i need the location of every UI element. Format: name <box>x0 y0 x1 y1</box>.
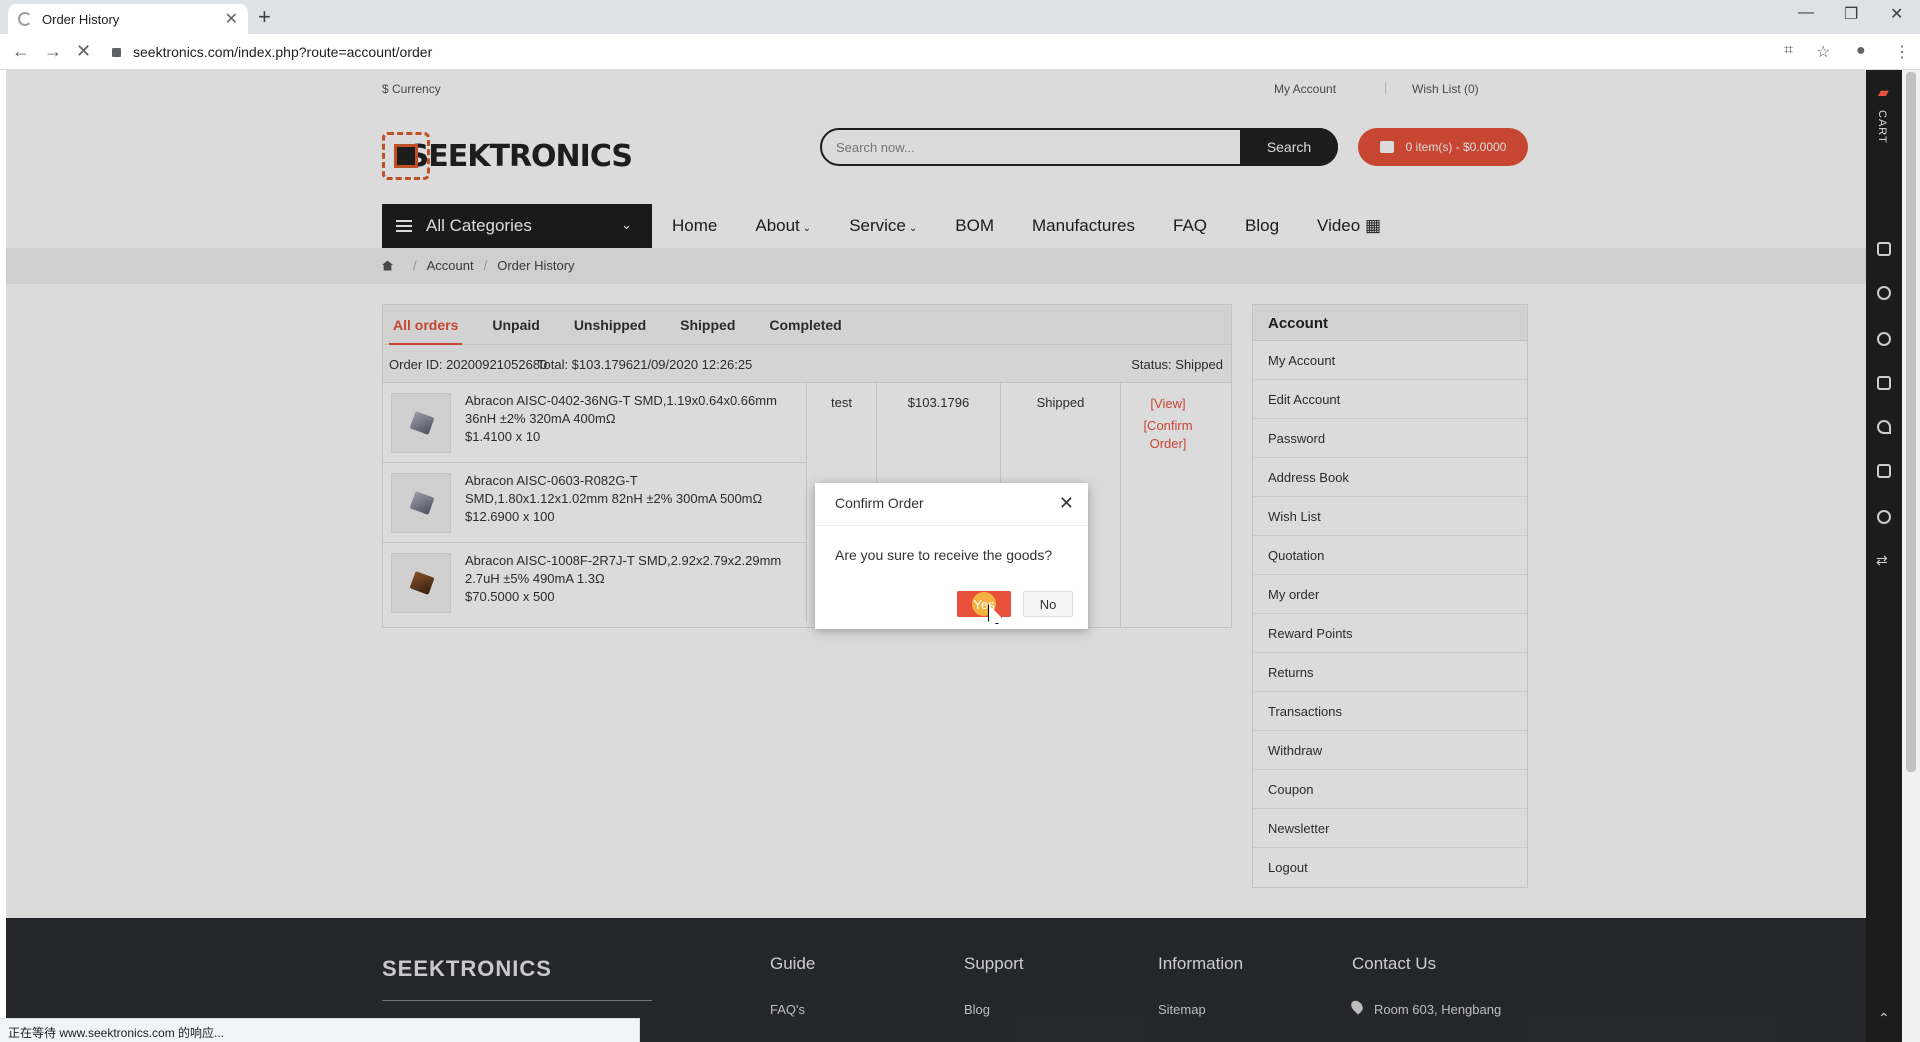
forward-icon[interactable]: → <box>44 41 62 62</box>
coin-icon[interactable] <box>1877 332 1891 346</box>
dialog-title: Confirm Order <box>835 495 924 511</box>
minimize-icon[interactable]: — <box>1798 4 1814 22</box>
yes-button[interactable]: Yes <box>957 591 1011 617</box>
close-tab-icon[interactable]: ✕ <box>225 9 238 29</box>
browser-tabstrip: Order History ✕ + — ❐ ✕ <box>0 0 1920 34</box>
close-icon[interactable]: ✕ <box>1059 493 1074 514</box>
phone-icon[interactable] <box>1877 510 1891 524</box>
back-to-top-icon[interactable]: ⌃ <box>1878 1010 1890 1027</box>
confirm-order-dialog: Confirm Order ✕ Are you sure to receive … <box>815 483 1088 629</box>
right-float-bar: ▰ CART ⇄ ⌃ <box>1866 70 1902 1042</box>
window-close-icon[interactable]: ✕ <box>1890 4 1903 24</box>
dialog-message: Are you sure to receive the goods? <box>835 547 1053 563</box>
cart-icon[interactable]: ▰ <box>1878 84 1889 101</box>
browser-tab[interactable]: Order History ✕ <box>8 4 248 34</box>
heart-icon[interactable] <box>1877 420 1891 434</box>
bookmark-star-icon[interactable]: ☆ <box>1816 42 1830 62</box>
restore-icon[interactable]: ❐ <box>1844 4 1858 24</box>
back-icon[interactable]: ← <box>12 41 30 62</box>
loading-spinner-icon <box>18 12 32 26</box>
profile-icon[interactable]: ● <box>1856 42 1866 60</box>
url-text: seektronics.com/index.php?route=account/… <box>133 44 433 60</box>
address-bar[interactable]: seektronics.com/index.php?route=account/… <box>112 38 1792 66</box>
new-tab-icon[interactable]: + <box>258 6 271 28</box>
cart-label[interactable]: CART <box>1876 110 1888 144</box>
tab-title: Order History <box>42 11 120 27</box>
browser-status-bar: 正在等待 www.seektronics.com 的响应... <box>0 1018 640 1042</box>
no-button[interactable]: No <box>1023 591 1073 617</box>
clipboard-icon[interactable] <box>1877 464 1891 478</box>
lock-icon <box>112 47 121 57</box>
browser-menu-icon[interactable]: ⋮ <box>1894 42 1910 62</box>
page-scrollbar[interactable] <box>1902 70 1920 1042</box>
translate-icon[interactable]: ⌗ <box>1784 42 1793 60</box>
stop-loading-icon[interactable]: ✕ <box>76 41 91 62</box>
swap-icon[interactable]: ⇄ <box>1876 552 1888 569</box>
chat-icon[interactable] <box>1877 242 1891 256</box>
dialog-divider <box>815 525 1088 526</box>
user-icon[interactable] <box>1877 286 1891 300</box>
document-icon[interactable] <box>1877 376 1891 390</box>
browser-toolbar: ← → ✕ seektronics.com/index.php?route=ac… <box>0 34 1920 70</box>
